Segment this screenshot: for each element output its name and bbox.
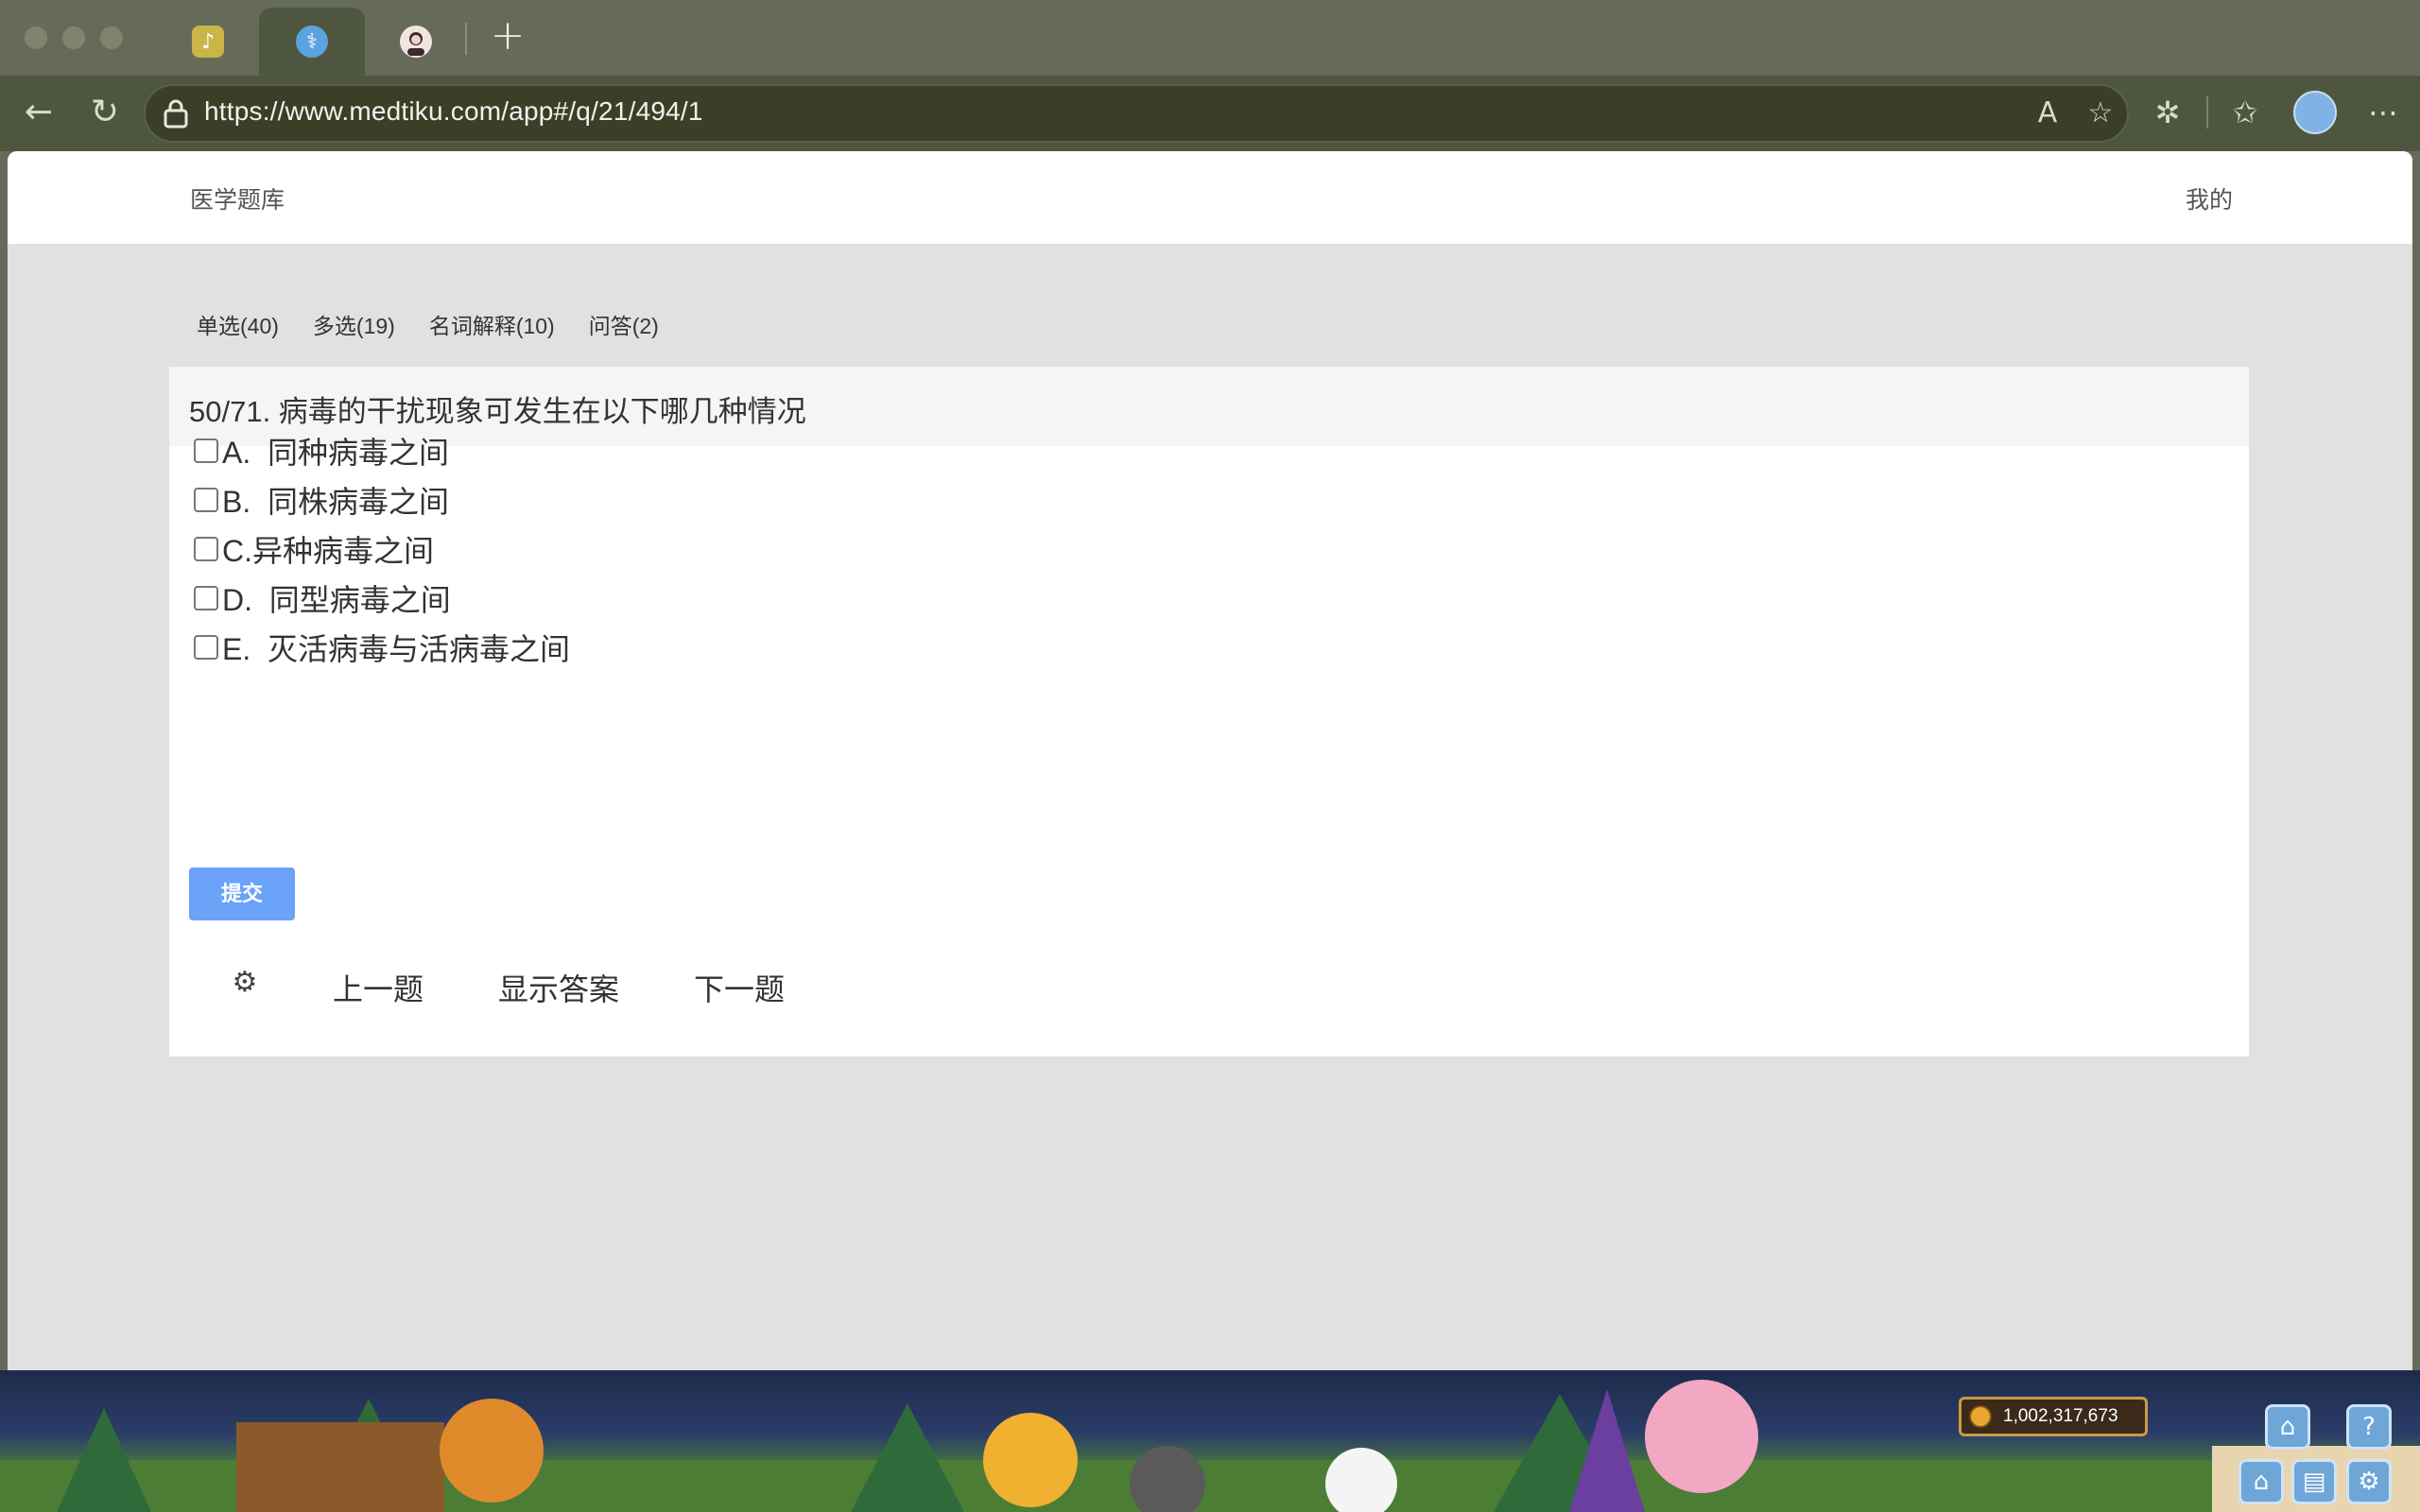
coin-counter: 1,002,317,673 (1959, 1397, 2148, 1436)
submit-button[interactable]: 提交 (189, 868, 295, 920)
option-e-label: E. 灭活病毒与活病毒之间 (222, 632, 571, 666)
favorites-icon[interactable]: ✩ (2225, 93, 2265, 132)
url-text[interactable]: https://www.medtiku.com/app#/q/21/494/1 (204, 96, 703, 127)
browser-tab-3[interactable] (380, 8, 452, 76)
minimize-window-button[interactable] (62, 26, 85, 49)
question-card: 50/71. 病毒的干扰现象可发生在以下哪几种情况 A. 同种病毒之间 B. 同… (169, 367, 2249, 1057)
web-page: 医学题库 我的 单选(40) 多选(19) 名词解释(10) 问答(2) 50/… (8, 151, 2412, 1370)
notes-icon: ♪ (192, 26, 224, 58)
option-b-label: B. 同株病毒之间 (222, 485, 450, 519)
shop-icon[interactable]: ⌂ (2265, 1404, 2310, 1450)
option-c[interactable]: C.异种病毒之间 (194, 527, 434, 571)
next-question-button[interactable]: 下一题 (694, 966, 785, 1009)
tab-multiple-choice[interactable]: 多选(19) (313, 308, 395, 340)
tab-single-choice[interactable]: 单选(40) (197, 308, 279, 340)
toolbar-separator (2206, 96, 2208, 129)
question-header: 50/71. 病毒的干扰现象可发生在以下哪几种情况 (169, 367, 2249, 446)
option-d-label: D. 同型病毒之间 (222, 583, 451, 617)
settings-gear-icon[interactable]: ⚙ (2346, 1459, 2392, 1504)
option-c-label: C.异种病毒之间 (222, 534, 435, 568)
my-account-link[interactable]: 我的 (2186, 181, 2233, 215)
option-c-checkbox[interactable] (194, 537, 218, 561)
close-window-button[interactable] (25, 26, 47, 49)
coin-icon (1969, 1405, 1992, 1428)
profile-avatar[interactable] (2293, 91, 2337, 134)
tab-short-answer[interactable]: 问答(2) (589, 308, 659, 340)
option-a-label: A. 同种病毒之间 (222, 436, 450, 470)
lock-icon[interactable] (163, 98, 189, 129)
option-a[interactable]: A. 同种病毒之间 (194, 429, 449, 472)
site-header: 医学题库 我的 (8, 151, 2412, 244)
browser-tab-1[interactable]: ♪ (172, 8, 244, 76)
tab-separator (465, 23, 467, 55)
avatar-icon (400, 26, 432, 58)
maximize-window-button[interactable] (100, 26, 123, 49)
option-e-checkbox[interactable] (194, 635, 218, 660)
help-icon[interactable]: ? (2346, 1404, 2392, 1450)
option-e[interactable]: E. 灭活病毒与活病毒之间 (194, 626, 570, 669)
medtiku-icon: ⚕ (296, 26, 328, 58)
extensions-icon[interactable]: ✲ (2148, 93, 2187, 132)
reload-icon[interactable]: ↻ (85, 93, 125, 132)
home-icon[interactable]: ⌂ (2238, 1459, 2284, 1504)
coin-amount: 1,002,317,673 (2003, 1406, 2118, 1426)
back-icon[interactable]: ← (19, 93, 59, 132)
show-answer-button[interactable]: 显示答案 (498, 966, 619, 1009)
favorite-star-icon[interactable]: ☆ (2082, 94, 2119, 132)
read-aloud-icon[interactable]: A (2029, 94, 2066, 132)
pixel-art-scene (0, 1380, 2420, 1512)
question-title: 50/71. 病毒的干扰现象可发生在以下哪几种情况 (189, 395, 806, 428)
option-b-checkbox[interactable] (194, 488, 218, 512)
option-d[interactable]: D. 同型病毒之间 (194, 576, 451, 620)
gear-icon[interactable]: ⚙ (230, 968, 260, 998)
option-b[interactable]: B. 同株病毒之间 (194, 478, 449, 522)
option-d-checkbox[interactable] (194, 586, 218, 610)
browser-tab-2[interactable]: ⚕ (259, 8, 365, 76)
tab-term-definition[interactable]: 名词解释(10) (429, 308, 555, 340)
book-icon[interactable]: ▤ (2291, 1459, 2337, 1504)
question-type-tabs: 单选(40) 多选(19) 名词解释(10) 问答(2) (197, 308, 659, 340)
site-brand[interactable]: 医学题库 (190, 181, 285, 215)
option-a-checkbox[interactable] (194, 438, 218, 463)
new-tab-button[interactable]: + (488, 15, 527, 57)
pixel-art-game-strip (0, 1370, 2420, 1512)
previous-question-button[interactable]: 上一题 (333, 966, 424, 1009)
more-menu-icon[interactable]: ⋯ (2363, 93, 2403, 132)
